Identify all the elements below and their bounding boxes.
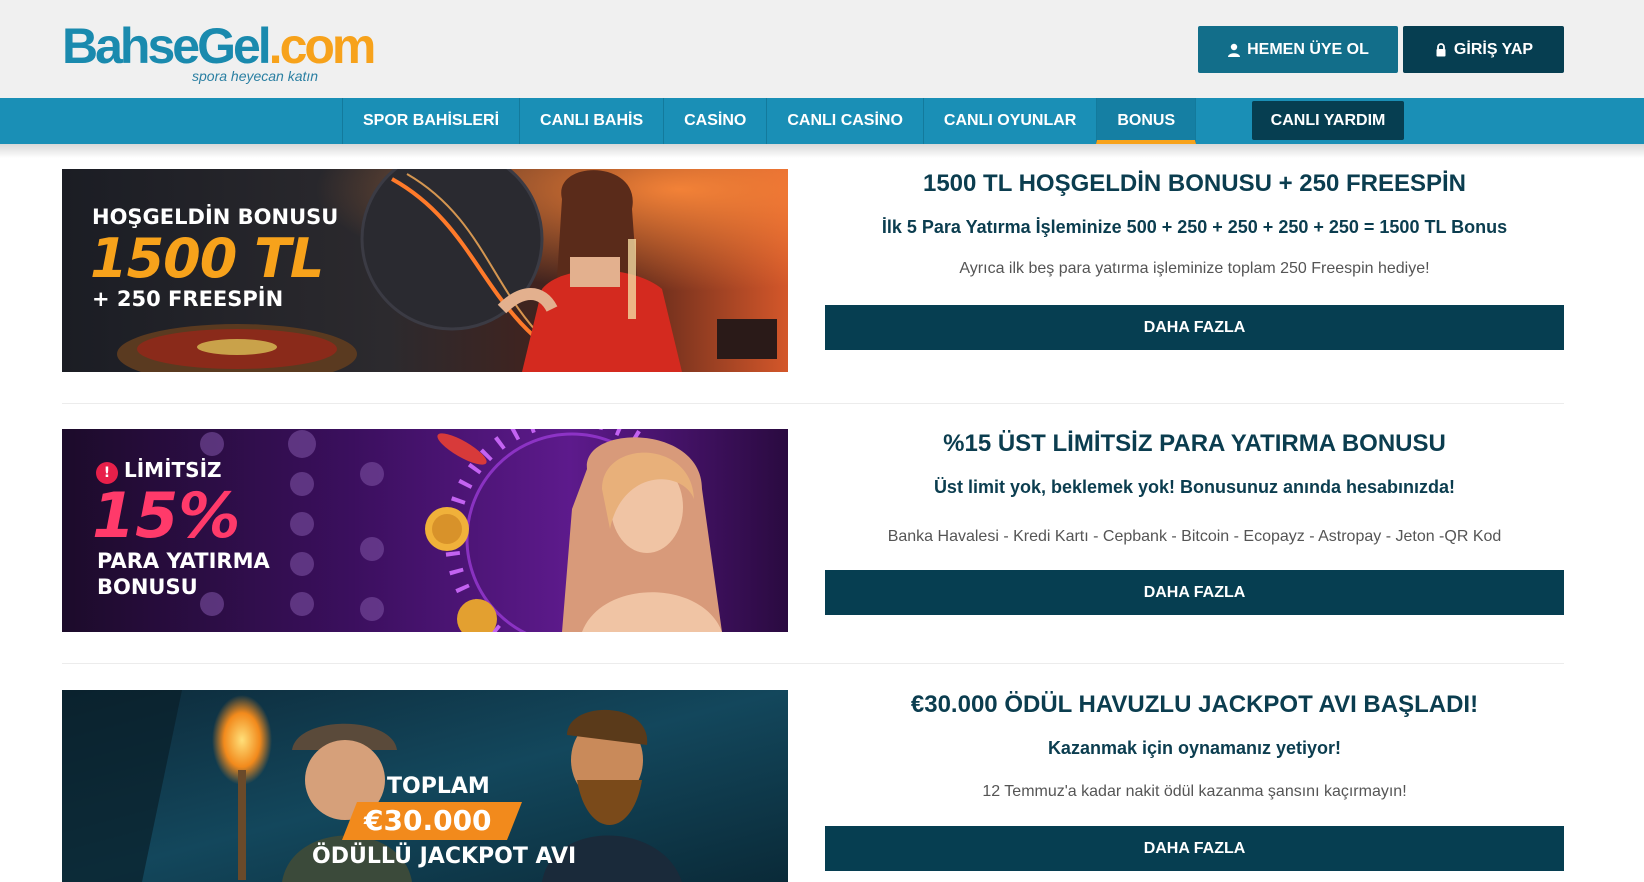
login-button[interactable]: GİRİŞ YAP	[1403, 26, 1564, 73]
login-label: GİRİŞ YAP	[1453, 40, 1534, 58]
banner-line2: 1500 TL	[90, 227, 324, 290]
banner-line4: BONUSU	[97, 575, 198, 599]
main-nav: SPOR BAHİSLERİ CANLI BAHİS CASİNO CANLI …	[0, 98, 1644, 144]
nav-item-bonus[interactable]: BONUS	[1096, 98, 1197, 144]
promo-text-welcome: 1500 TL HOŞGELDİN BONUSU + 250 FREESPİN …	[825, 169, 1564, 279]
nav-shadow	[0, 144, 1644, 158]
site-logo[interactable]: BahseGel.com spora heyecan katın	[62, 18, 376, 84]
lock-icon	[1436, 42, 1446, 56]
promo-subtitle: Kazanmak için oynamanız yetiyor!	[1047, 738, 1342, 758]
promo-text-unlimited: %15 ÜST LİMİTSİZ PARA YATIRMA BONUSU Üst…	[825, 429, 1564, 547]
promo-title: €30.000 ÖDÜL HAVUZLU JACKPOT AVI BAŞLADI…	[910, 691, 1479, 718]
banner-line1: TOPLAM	[387, 774, 490, 799]
promo-description: Banka Havalesi - Kredi Kartı - Cepbank -…	[887, 528, 1502, 545]
top-header: BahseGel.com spora heyecan katın HEMEN Ü…	[0, 0, 1644, 98]
register-label: HEMEN ÜYE OL	[1247, 40, 1369, 58]
promo-description: 12 Temmuz'a kadar nakit ödül kazanma şan…	[982, 783, 1407, 800]
banner-line2: €30.000	[364, 804, 492, 837]
promo-card-welcome: HOŞGELDİN BONUSU 1500 TL + 250 FREESPİN …	[62, 169, 1564, 372]
more-button-jackpot[interactable]: DAHA FAZLA	[825, 826, 1564, 871]
promo-banner-jackpot[interactable]: TOPLAM €30.000 ÖDÜLLÜ JACKPOT AVI	[62, 690, 788, 882]
more-button-welcome[interactable]: DAHA FAZLA	[825, 305, 1564, 350]
promo-title: %15 ÜST LİMİTSİZ PARA YATIRMA BONUSU	[943, 430, 1446, 457]
user-icon	[1228, 43, 1241, 57]
promo-text-jackpot: €30.000 ÖDÜL HAVUZLU JACKPOT AVI BAŞLADI…	[825, 690, 1564, 802]
promo-subtitle: İlk 5 Para Yatırma İşleminize 500 + 250 …	[881, 217, 1508, 237]
promo-title: 1500 TL HOŞGELDİN BONUSU + 250 FREESPİN	[922, 170, 1467, 197]
promo-banner-welcome[interactable]: HOŞGELDİN BONUSU 1500 TL + 250 FREESPİN	[62, 169, 788, 372]
nav-list: SPOR BAHİSLERİ CANLI BAHİS CASİNO CANLI …	[342, 98, 1197, 144]
nav-item-canli-oyunlar[interactable]: CANLI OYUNLAR	[922, 98, 1096, 144]
logo-tld: .com	[268, 18, 377, 74]
nav-item-casino[interactable]: CASİNO	[663, 98, 766, 144]
promo-divider	[62, 403, 1564, 404]
banner-line3: + 250 FREESPİN	[92, 287, 284, 311]
promo-subtitle: Üst limit yok, beklemek yok! Bonusunuz a…	[933, 477, 1456, 497]
register-button[interactable]: HEMEN ÜYE OL	[1198, 26, 1398, 73]
live-help-button[interactable]: CANLI YARDIM	[1252, 101, 1404, 140]
banner-line3: ÖDÜLLÜ JACKPOT AVI	[312, 844, 577, 869]
promo-divider	[62, 663, 1564, 664]
nav-item-canli-bahis[interactable]: CANLI BAHİS	[519, 98, 663, 144]
banner-line2: 15%	[92, 479, 241, 552]
logo-tagline: spora heyecan katın	[192, 68, 319, 84]
promo-card-unlimited: ! LİMİTSİZ 15% PARA YATIRMA BONUSU %15 ÜS…	[62, 429, 1564, 632]
promo-description: Ayrıca ilk beş para yatırma işleminize t…	[959, 260, 1430, 277]
promo-banner-unlimited[interactable]: ! LİMİTSİZ 15% PARA YATIRMA BONUSU	[62, 429, 788, 632]
nav-item-spor-bahisleri[interactable]: SPOR BAHİSLERİ	[342, 98, 519, 144]
more-button-unlimited[interactable]: DAHA FAZLA	[825, 570, 1564, 615]
banner-line1: HOŞGELDİN BONUSU	[92, 205, 339, 229]
promo-card-jackpot: TOPLAM €30.000 ÖDÜLLÜ JACKPOT AVI €30.00…	[62, 690, 1564, 882]
logo-brand: BahseGel	[62, 18, 272, 74]
nav-item-canli-casino[interactable]: CANLI CASİNO	[766, 98, 923, 144]
banner-line3: PARA YATIRMA	[97, 549, 270, 573]
